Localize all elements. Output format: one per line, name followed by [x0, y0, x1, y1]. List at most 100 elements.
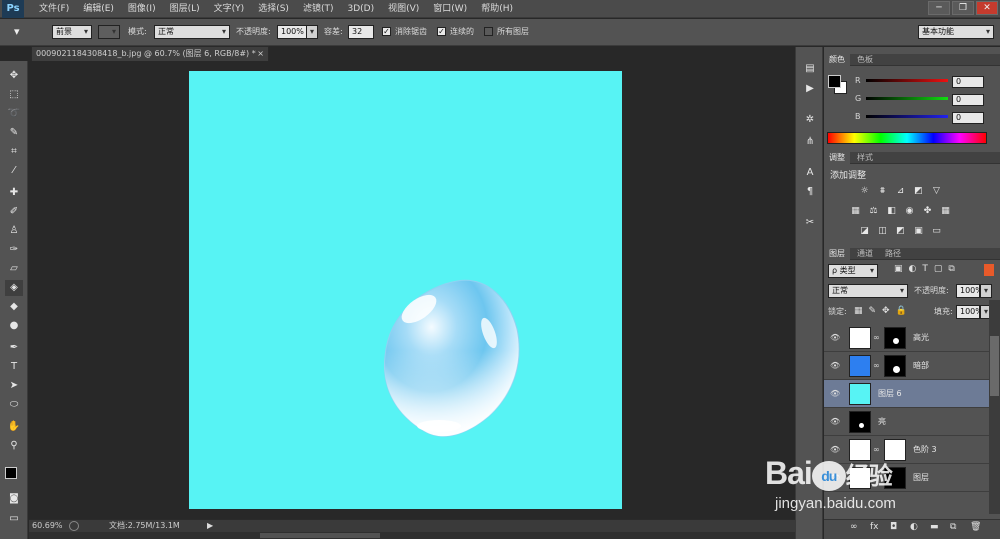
- layer-opacity-input[interactable]: 100%: [956, 284, 983, 298]
- channel-r-value[interactable]: 0: [952, 76, 984, 88]
- gradient-map-icon[interactable]: ▭: [931, 226, 942, 236]
- brightness-icon[interactable]: ☼: [859, 186, 870, 196]
- move-tool-icon[interactable]: ✥: [5, 68, 23, 84]
- posterize-icon[interactable]: ◫: [877, 226, 888, 236]
- tab-color[interactable]: 颜色: [824, 54, 850, 66]
- visibility-eye-icon[interactable]: 👁: [830, 333, 840, 343]
- foreground-color-swatch[interactable]: [5, 467, 17, 479]
- channel-b-value[interactable]: 0: [952, 112, 984, 124]
- mode-select[interactable]: 正常: [154, 25, 230, 39]
- tab-paths[interactable]: 路径: [880, 248, 906, 260]
- opacity-input[interactable]: 100%: [277, 25, 307, 39]
- tab-styles[interactable]: 样式: [852, 152, 878, 164]
- antialias-checkbox[interactable]: ✓: [382, 27, 391, 36]
- all-layers-checkbox[interactable]: [484, 27, 493, 36]
- history-panel-icon[interactable]: ▤: [801, 61, 819, 77]
- menu-layer[interactable]: 图层(L): [163, 0, 207, 18]
- menu-file[interactable]: 文件(F): [32, 0, 76, 18]
- hand-tool-icon[interactable]: ✋: [5, 419, 23, 435]
- hue-saturation-icon[interactable]: ▦: [850, 206, 861, 216]
- clone-stamp-tool-icon[interactable]: ♙: [5, 223, 23, 239]
- channel-r-slider[interactable]: [866, 79, 948, 82]
- menu-view[interactable]: 视图(V): [381, 0, 426, 18]
- lasso-tool-icon[interactable]: ➰: [5, 106, 23, 122]
- tab-adjustments[interactable]: 调整: [824, 152, 850, 164]
- curves-icon[interactable]: ⊿: [895, 186, 906, 196]
- menu-type[interactable]: 文字(Y): [207, 0, 252, 18]
- add-mask-icon[interactable]: ◘: [890, 522, 897, 532]
- visibility-eye-icon[interactable]: 👁: [830, 417, 840, 427]
- lock-icons[interactable]: ▦✎✥🔒: [854, 306, 913, 316]
- menu-image[interactable]: 图像(I): [121, 0, 163, 18]
- crop-tool-icon[interactable]: ⌗: [5, 144, 23, 160]
- layer-row[interactable]: 👁 亮: [824, 408, 989, 436]
- status-menu-arrow-icon[interactable]: ▶: [207, 520, 213, 532]
- paint-bucket-tool-icon[interactable]: ◈: [5, 280, 23, 296]
- brush-settings-icon[interactable]: ✲: [801, 112, 819, 128]
- threshold-icon[interactable]: ◩: [895, 226, 906, 236]
- new-group-icon[interactable]: ▬: [930, 522, 939, 532]
- vibrance-icon[interactable]: ▽: [931, 186, 942, 196]
- fx-icon[interactable]: fx: [870, 522, 879, 532]
- photo-filter-icon[interactable]: ◉: [904, 206, 915, 216]
- paragraph-panel-icon[interactable]: ¶: [801, 184, 819, 200]
- pen-tool-icon[interactable]: ✒: [5, 340, 23, 356]
- document-tab[interactable]: 0009021184308418_b.jpg @ 60.7% (图层 6, RG…: [31, 46, 269, 61]
- zoom-tool-icon[interactable]: ⚲: [5, 438, 23, 454]
- layer-row[interactable]: 👁 ∞ 暗部: [824, 352, 989, 380]
- healing-brush-tool-icon[interactable]: ✚: [5, 185, 23, 201]
- tool-presets-icon[interactable]: ✂: [801, 215, 819, 231]
- color-lookup-icon[interactable]: ▦: [940, 206, 951, 216]
- paint-bucket-preset-icon[interactable]: ▾: [14, 25, 32, 39]
- blend-mode-select[interactable]: 正常: [828, 284, 908, 298]
- minimize-button[interactable]: ─: [928, 1, 950, 15]
- link-layers-icon[interactable]: ∞: [850, 522, 858, 532]
- visibility-eye-icon[interactable]: 👁: [830, 445, 840, 455]
- layer-row[interactable]: 👁 ∞ 高光: [824, 324, 989, 352]
- visibility-eye-icon[interactable]: 👁: [830, 389, 840, 399]
- quick-mask-icon[interactable]: ◙: [5, 491, 23, 507]
- color-spectrum-bar[interactable]: [827, 132, 987, 144]
- exposure-icon[interactable]: ◩: [913, 186, 924, 196]
- layer-row-selected[interactable]: 👁 图层 6: [824, 380, 989, 408]
- layer-mask-thumbnail[interactable]: [884, 327, 906, 349]
- channel-b-slider[interactable]: [866, 115, 948, 118]
- workspace-select[interactable]: 基本功能: [918, 25, 994, 39]
- horizontal-scroll-thumb[interactable]: [260, 533, 380, 538]
- layer-opacity-dropdown[interactable]: [980, 284, 992, 298]
- color-fg-swatch[interactable]: [828, 75, 841, 88]
- layer-filter-select[interactable]: ρ 类型: [828, 264, 878, 278]
- blur-tool-icon[interactable]: ◆: [5, 299, 23, 315]
- visibility-eye-icon[interactable]: 👁: [830, 361, 840, 371]
- invert-icon[interactable]: ◪: [859, 226, 870, 236]
- brush-presets-icon[interactable]: ⋔: [801, 134, 819, 150]
- new-layer-icon[interactable]: ⧉: [950, 522, 956, 532]
- eraser-tool-icon[interactable]: ▱: [5, 261, 23, 277]
- tab-swatches[interactable]: 色板: [852, 54, 878, 66]
- document-canvas[interactable]: [189, 71, 622, 509]
- brush-tool-icon[interactable]: ✐: [5, 204, 23, 220]
- status-info-icon[interactable]: [69, 521, 79, 531]
- path-select-tool-icon[interactable]: ➤: [5, 378, 23, 394]
- document-tab-close[interactable]: ×: [257, 47, 264, 61]
- horizontal-scrollbar[interactable]: [29, 532, 795, 539]
- layers-scroll-thumb[interactable]: [990, 336, 999, 396]
- pattern-select[interactable]: [98, 25, 120, 39]
- layer-filter-icons[interactable]: ▣◐T▢⧉: [894, 264, 961, 274]
- channel-mixer-icon[interactable]: ✤: [922, 206, 933, 216]
- tab-layers[interactable]: 图层: [824, 248, 850, 260]
- color-balance-icon[interactable]: ⚖: [868, 206, 879, 216]
- menu-window[interactable]: 窗口(W): [426, 0, 474, 18]
- tolerance-input[interactable]: 32: [348, 25, 374, 39]
- black-white-icon[interactable]: ◧: [886, 206, 897, 216]
- restore-button[interactable]: ❐: [952, 1, 974, 15]
- shape-tool-icon[interactable]: ⬭: [5, 397, 23, 413]
- filter-toggle-icon[interactable]: [984, 264, 994, 276]
- menu-select[interactable]: 选择(S): [251, 0, 296, 18]
- marquee-tool-icon[interactable]: ⬚: [5, 87, 23, 103]
- menu-3d[interactable]: 3D(D): [340, 0, 381, 18]
- tab-channels[interactable]: 通道: [852, 248, 878, 260]
- zoom-readout[interactable]: 60.69%: [32, 520, 63, 532]
- new-adjustment-icon[interactable]: ◐: [910, 522, 918, 532]
- layer-mask-thumbnail[interactable]: [884, 355, 906, 377]
